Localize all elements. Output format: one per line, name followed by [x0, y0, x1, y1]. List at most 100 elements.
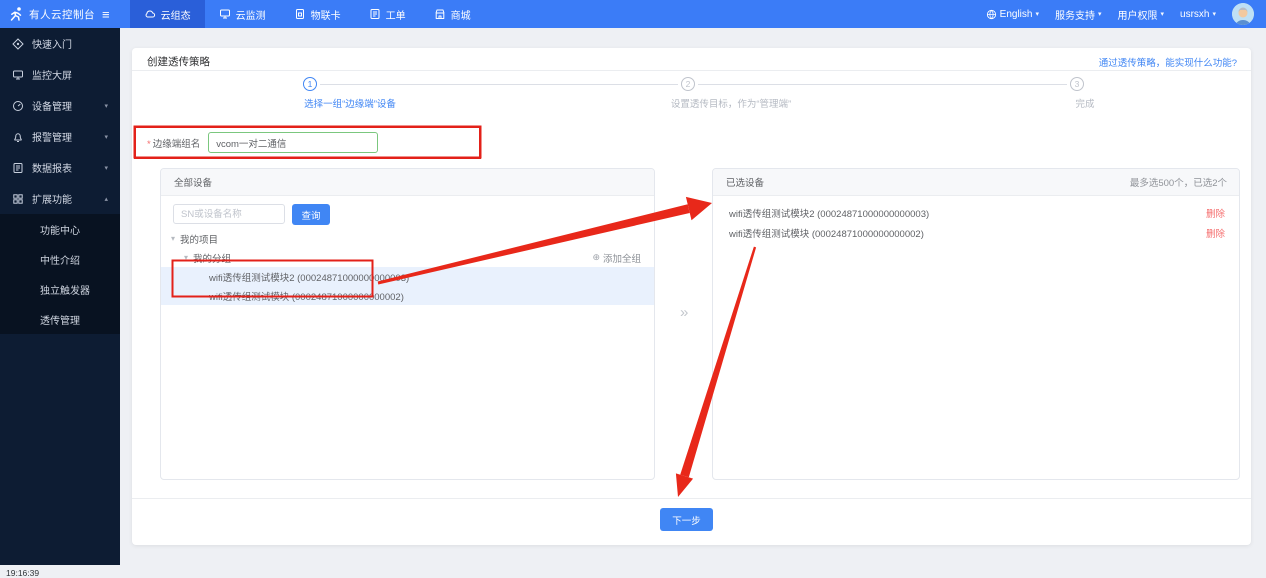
big-screen-icon	[12, 69, 24, 81]
all-devices-header: 全部设备	[161, 169, 654, 196]
topbar-left: 有人云控制台 ≡ 云组态 云监测 物联卡	[0, 0, 485, 28]
sidebar-subitem-standalone-trigger[interactable]: 独立触发器	[0, 274, 120, 304]
add-all-group-button[interactable]: ⊕ 添加全组	[592, 251, 641, 265]
username-menu[interactable]: usrsxh ▾	[1180, 9, 1216, 20]
gauge-icon	[12, 100, 24, 112]
delete-link[interactable]: 删除	[1206, 206, 1225, 220]
all-devices-title: 全部设备	[174, 175, 212, 189]
permission-label: 用户权限	[1118, 7, 1158, 22]
chevron-down-icon: ▾	[1035, 10, 1039, 18]
language-label: English	[1000, 9, 1033, 20]
required-asterisk: *	[147, 139, 151, 150]
support-label: 服务支持	[1055, 7, 1095, 22]
search-button[interactable]: 查询	[292, 204, 330, 225]
top-nav: 云组态 云监测 物联卡 工单	[130, 0, 485, 28]
selected-devices-title: 已选设备	[726, 175, 764, 189]
cloud-icon	[144, 8, 156, 20]
help-link[interactable]: 通过透传策略，能实现什么功能?	[1099, 55, 1237, 69]
selected-device-row: wifi透传组测试模块 (00024871000000000002) 删除	[713, 223, 1239, 243]
avatar[interactable]	[1232, 3, 1254, 25]
sim-card-icon	[294, 8, 306, 20]
add-all-label: 添加全组	[603, 251, 641, 265]
selection-limit-text: 最多选500个，已选2个	[1130, 175, 1227, 189]
tree-node-label: 我的分组	[193, 251, 231, 265]
sidebar-subitem-passthrough-management[interactable]: 透传管理	[0, 304, 120, 334]
report-icon	[12, 162, 24, 174]
chevron-up-icon: ▴	[104, 195, 108, 203]
work-order-icon	[369, 8, 381, 20]
sidebar-item-monitor-screen[interactable]: 监控大屏	[0, 59, 120, 90]
selected-devices-panel: 已选设备 最多选500个，已选2个 wifi透传组测试模块2 (00024871…	[712, 168, 1240, 480]
all-devices-panel: 全部设备 查询 ▾ 我的项目 ▾ 我的分组 ⊕ 添加全组 wifi透传组测试模块…	[160, 168, 655, 480]
page-title: 创建透传策略	[147, 54, 210, 69]
tree-node-project[interactable]: ▾ 我的项目	[161, 229, 654, 248]
nav-work-order[interactable]: 工单	[355, 0, 420, 28]
app-title: 有人云控制台	[29, 7, 95, 22]
next-step-button[interactable]: 下一步	[660, 508, 713, 531]
footer-divider	[132, 498, 1251, 499]
user-permission-menu[interactable]: 用户权限 ▾	[1118, 7, 1165, 22]
caret-down-icon: ▾	[171, 234, 175, 243]
service-support-menu[interactable]: 服务支持 ▾	[1055, 7, 1102, 22]
group-name-input[interactable]	[208, 132, 378, 153]
device-name: wifi透传组测试模块2 (00024871000000000003)	[209, 270, 409, 284]
nav-mall[interactable]: 商城	[420, 0, 485, 28]
group-name-label: *边缘端组名	[147, 136, 200, 150]
sidebar-subitem-label: 独立触发器	[40, 282, 90, 297]
plus-circle-icon: ⊕	[592, 252, 600, 263]
tree-device-row[interactable]: wifi透传组测试模块2 (00024871000000000003)	[161, 267, 654, 286]
tree-node-label: 我的项目	[180, 232, 218, 246]
tree-node-group[interactable]: ▾ 我的分组 ⊕ 添加全组	[161, 248, 654, 267]
step-1-label: 选择一组“边缘端”设备	[304, 96, 396, 110]
sidebar-item-label: 扩展功能	[32, 191, 72, 206]
translate-icon	[986, 9, 997, 20]
device-search-row: 查询	[173, 204, 642, 225]
sidebar-item-quickstart[interactable]: 快速入门	[0, 28, 120, 59]
header-divider	[132, 70, 1251, 71]
delete-link[interactable]: 删除	[1206, 226, 1225, 240]
nav-label: 云组态	[161, 7, 191, 22]
selected-device-row: wifi透传组测试模块2 (00024871000000000003) 删除	[713, 203, 1239, 223]
nav-cloud-config[interactable]: 云组态	[130, 0, 205, 28]
step-connector-2	[698, 84, 1067, 85]
tree-device-row[interactable]: wifi透传组测试模块 (00024871000000000002)	[161, 286, 654, 305]
step-3-circle: 3	[1070, 77, 1084, 91]
menu-collapse-icon[interactable]: ≡	[102, 8, 110, 21]
group-name-annotation-box: *边缘端组名	[134, 126, 481, 159]
recording-timestamp: 19:16:39	[6, 568, 39, 578]
topbar: 有人云控制台 ≡ 云组态 云监测 物联卡	[0, 0, 1266, 28]
sidebar-submenu: 功能中心 中性介绍 独立触发器 透传管理	[0, 214, 120, 334]
language-switcher[interactable]: English ▾	[986, 9, 1039, 20]
sidebar-item-label: 设备管理	[32, 98, 72, 113]
sidebar-subitem-label: 透传管理	[40, 312, 80, 327]
caret-down-icon: ▾	[184, 253, 188, 262]
sidebar-item-label: 快速入门	[32, 36, 72, 51]
chevron-down-icon: ▾	[1161, 10, 1165, 18]
selected-device-name: wifi透传组测试模块2 (00024871000000000003)	[729, 206, 929, 220]
nav-iot-card[interactable]: 物联卡	[280, 0, 355, 28]
step-1-circle: 1	[303, 77, 317, 91]
sidebar-item-label: 监控大屏	[32, 67, 72, 82]
sidebar-item-device-management[interactable]: 设备管理 ▾	[0, 90, 120, 121]
sidebar-subitem-label: 功能中心	[40, 222, 80, 237]
sidebar-item-data-report[interactable]: 数据报表 ▾	[0, 152, 120, 183]
device-search-input[interactable]	[173, 204, 285, 224]
sidebar-item-alarm-management[interactable]: 报警管理 ▾	[0, 121, 120, 152]
sidebar-subitem-neutral-intro[interactable]: 中性介绍	[0, 244, 120, 274]
sidebar: 快速入门 监控大屏 设备管理 ▾ 报警管理 ▾	[0, 28, 120, 565]
bell-icon	[12, 131, 24, 143]
sidebar-item-label: 数据报表	[32, 160, 72, 175]
move-right-icon: »	[680, 304, 688, 321]
sidebar-subitem-label: 中性介绍	[40, 252, 80, 267]
nav-label: 云监测	[236, 7, 266, 22]
nav-cloud-monitor[interactable]: 云监测	[205, 0, 280, 28]
topbar-right: English ▾ 服务支持 ▾ 用户权限 ▾ usrsxh ▾	[986, 3, 1266, 25]
monitor-icon	[219, 8, 231, 20]
sidebar-subitem-function-center[interactable]: 功能中心	[0, 214, 120, 244]
sidebar-item-extensions[interactable]: 扩展功能 ▴	[0, 183, 120, 214]
nav-label: 工单	[386, 7, 406, 22]
store-icon	[434, 8, 446, 20]
step-3-label: 完成	[1075, 96, 1094, 110]
tree-node-group-left: ▾ 我的分组	[184, 251, 231, 265]
step-connector-1	[320, 84, 678, 85]
